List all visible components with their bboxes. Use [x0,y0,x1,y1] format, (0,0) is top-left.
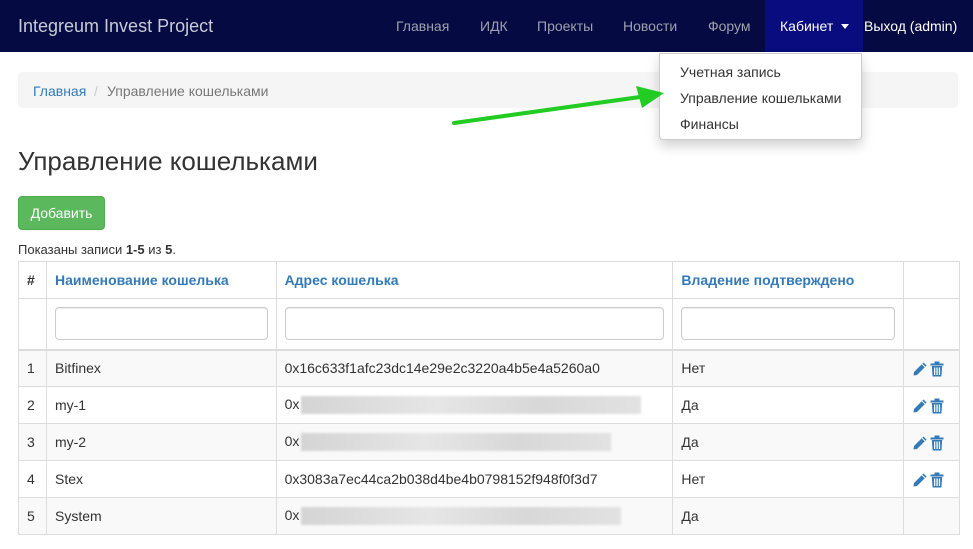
row-confirmed: Нет [672,348,904,387]
summary-range: 1-5 [125,242,145,257]
table-row: 1 Bitfinex 0x16c633f1afc23dc14e29e2c3220a4… [18,348,961,387]
navbar: Integreum Invest Project Главная ИДК Про… [0,0,973,52]
filter-cell-name [45,298,277,350]
row-num: 3 [18,423,47,461]
row-actions [902,348,961,387]
row-num: 1 [18,348,47,387]
row-actions [902,460,961,498]
filter-confirmed-input[interactable] [681,307,895,341]
page-title: Управление кошельками [18,146,318,176]
filter-cell-actions [902,298,961,350]
summary-suffix: . [172,242,176,257]
row-wallet-address-text: 0x [284,506,300,523]
table-row: 4 Stex 0x3083a7ec44ca2b038d4be4b0798152f94… [18,460,961,498]
row-wallet-address-text: 0x16c633f1afc23dc14e29e2c3220a4b5e4a5260… [284,360,600,377]
column-header-address: Адрес кошелька [275,261,674,299]
row-actions [902,386,961,424]
brand[interactable]: Integreum Invest Project [18,16,213,37]
row-wallet-name: my-2 [45,423,277,461]
pencil-icon[interactable] [912,435,928,451]
nav-news[interactable]: Новости [623,18,677,34]
sort-link-address[interactable]: Адрес кошелька [285,272,399,288]
nav-cabinet-label: Кабинет [780,18,834,34]
logout-link[interactable]: Выход (admin) [864,18,957,34]
dropdown-item-account[interactable]: Учетная запись [680,64,781,80]
filter-cell-confirmed [672,298,904,350]
row-wallet-address: 0x [275,386,674,424]
filter-cell-address [275,298,674,350]
pencil-icon[interactable] [912,361,928,377]
row-wallet-address: 0x16c633f1afc23dc14e29e2c3220a4b5e4a5260… [275,348,674,387]
row-wallet-name: System [45,497,277,535]
row-wallet-address-text: 0x3083a7ec44ca2b038d4be4b0798152f948f0f3… [284,471,598,487]
pencil-icon[interactable] [912,472,928,488]
annotation-arrow-icon [452,86,664,125]
cabinet-dropdown-menu: Учетная запись Управление кошельками Фин… [659,53,862,140]
row-wallet-name: my-1 [45,386,277,424]
row-wallet-address: 0x [275,497,674,535]
table-row: 2 my-1 0x Да [18,386,961,424]
trash-icon[interactable] [930,472,944,488]
breadcrumb-current: Управление кошельками [107,83,269,99]
summary-mid: из [144,242,166,257]
row-num: 2 [18,386,47,424]
row-wallet-address: 0x [275,423,674,461]
row-num: 5 [18,497,47,535]
nav-idk[interactable]: ИДК [480,18,508,34]
row-actions [902,497,961,535]
nav-home[interactable]: Главная [396,18,449,34]
column-header-confirmed: Владение подтверждено [672,261,904,299]
nav-projects[interactable]: Проекты [537,18,593,34]
row-num: 4 [18,460,47,498]
dropdown-item-finance[interactable]: Финансы [680,116,739,132]
column-header-num: # [18,261,47,299]
nav-cabinet[interactable]: Кабинет [765,0,863,52]
column-header-actions [902,261,961,299]
table-row: 5 System 0x Да [18,497,961,535]
trash-icon[interactable] [930,435,944,451]
column-header-name: Наименование кошелька [45,261,277,299]
row-wallet-name: Stex [45,460,277,498]
filter-address-input[interactable] [284,307,665,341]
row-wallet-address-text: 0x [284,395,300,412]
caret-down-icon [841,24,849,29]
pencil-icon[interactable] [912,398,928,414]
row-wallet-name: Bitfinex [45,348,277,387]
row-confirmed: Нет [672,460,904,498]
breadcrumb-separator: / [94,83,98,99]
sort-link-name[interactable]: Наименование кошелька [55,272,229,288]
table-body: 1 Bitfinex 0x16c633f1afc23dc14e29e2c3220a4… [18,348,961,535]
row-confirmed: Да [672,386,904,424]
filter-name-input[interactable] [54,307,268,341]
row-actions [902,423,961,461]
redacted-address-blur [301,433,612,452]
row-wallet-address-text: 0x [284,432,300,449]
trash-icon[interactable] [930,361,944,377]
summary-text: Показаны записи 1-5 из 5. [18,242,176,257]
sort-link-confirmed[interactable]: Владение подтверждено [681,272,854,288]
summary-prefix: Показаны записи [18,242,126,257]
row-confirmed: Да [672,423,904,461]
wallets-table: # Наименование кошелька Адрес кошелька В… [18,261,961,535]
trash-icon[interactable] [930,398,944,414]
row-confirmed: Да [672,497,904,535]
nav-forum[interactable]: Форум [708,18,751,34]
add-wallet-button[interactable]: Добавить [18,196,105,230]
redacted-address-blur [301,507,622,526]
breadcrumb-home[interactable]: Главная [33,83,86,99]
table-row: 3 my-2 0x Да [18,423,961,461]
redacted-address-blur [301,396,642,415]
filter-cell-num [18,298,47,350]
dropdown-item-wallets[interactable]: Управление кошельками [680,90,841,106]
row-wallet-address: 0x3083a7ec44ca2b038d4be4b0798152f948f0f3… [275,460,674,498]
